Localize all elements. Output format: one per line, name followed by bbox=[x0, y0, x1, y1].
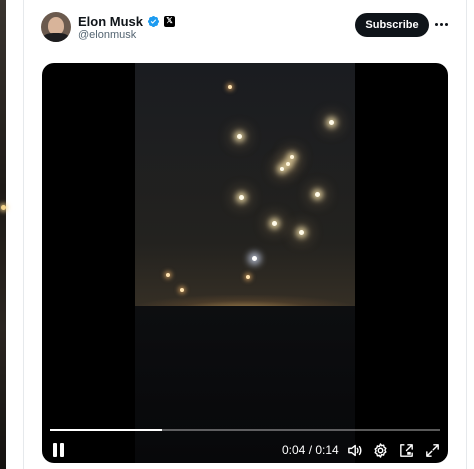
card-right-border bbox=[466, 0, 467, 469]
settings-gear-icon[interactable] bbox=[372, 442, 389, 459]
video-time-display: 0:04 / 0:14 bbox=[282, 443, 339, 457]
video-player[interactable]: 0:04 / 0:14 bbox=[42, 63, 448, 463]
more-options-icon[interactable] bbox=[433, 15, 449, 33]
video-controls: 0:04 / 0:14 bbox=[42, 441, 448, 461]
author-row: Elon Musk 𝕏 bbox=[78, 13, 176, 29]
video-frame bbox=[135, 63, 355, 463]
pause-icon[interactable] bbox=[53, 443, 65, 457]
verified-badge-icon bbox=[147, 15, 160, 27]
volume-icon[interactable] bbox=[346, 442, 363, 459]
author-name[interactable]: Elon Musk bbox=[78, 14, 143, 29]
author-handle[interactable]: @elonmusk bbox=[78, 29, 136, 41]
picture-in-picture-icon[interactable] bbox=[398, 442, 415, 459]
adjacent-content-edge bbox=[0, 0, 6, 469]
fullscreen-icon[interactable] bbox=[424, 442, 441, 459]
avatar[interactable] bbox=[41, 12, 71, 42]
affiliate-x-badge-icon: 𝕏 bbox=[164, 15, 176, 27]
video-progress-bar[interactable] bbox=[50, 429, 440, 431]
subscribe-button[interactable]: Subscribe bbox=[355, 13, 429, 37]
video-progress-fill bbox=[50, 429, 162, 431]
card-left-border bbox=[23, 0, 24, 469]
